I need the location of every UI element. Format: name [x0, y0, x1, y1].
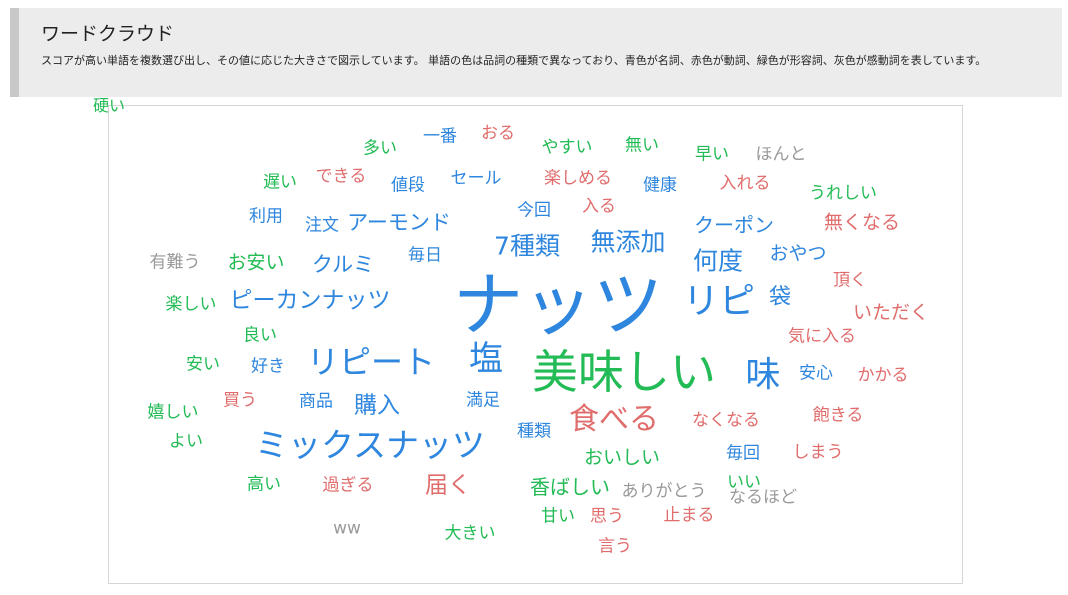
word-noun: ミックスナッツ	[254, 425, 486, 465]
word-noun: リピート	[306, 343, 436, 381]
word-noun: 今回	[517, 200, 551, 221]
word-noun: クーポン	[694, 213, 774, 237]
word-adjective: 硬い	[92, 96, 126, 115]
word-verb: 止まる	[663, 505, 715, 526]
word-verb: 気に入る	[788, 326, 856, 347]
word-adjective: 美味しい	[532, 345, 716, 399]
word-verb: 思う	[590, 506, 624, 527]
word-adjective: 多い	[363, 138, 397, 159]
word-verb: 届く	[425, 472, 471, 499]
word-noun: 注文	[305, 215, 339, 236]
word-noun: 塩	[469, 339, 503, 379]
word-verb: 無くなる	[823, 211, 901, 234]
word-noun: 毎日	[408, 245, 442, 266]
word-noun: アーモンド	[347, 210, 451, 235]
section-description: スコアが高い単語を複数選び出し、その値に応じた大きさで図示しています。 単語の色…	[41, 54, 987, 67]
word-noun: 安心	[799, 363, 833, 384]
word-noun: 無添加	[590, 227, 666, 257]
word-noun: 何度	[692, 246, 744, 276]
word-noun: 好き	[251, 356, 285, 377]
word-noun: ピーカンナッツ	[229, 287, 391, 314]
word-verb: 頂く	[833, 270, 867, 291]
word-adjective: やすい	[541, 137, 593, 158]
word-noun: 種類	[517, 421, 551, 442]
word-verb: いただく	[852, 301, 930, 324]
word-interjection: なるほど	[729, 487, 797, 508]
word-noun: おやつ	[769, 242, 827, 265]
word-noun: 7種類	[494, 231, 560, 261]
word-noun: 健康	[643, 175, 677, 196]
word-verb: おる	[481, 123, 515, 144]
word-interjection: ありがとう	[621, 481, 707, 502]
word-noun: 利用	[249, 206, 283, 227]
word-adjective: 嬉しい	[147, 402, 199, 423]
word-interjection: ほんと	[755, 144, 807, 165]
word-adjective: 香ばしい	[530, 475, 610, 499]
word-adjective: 安い	[186, 354, 220, 375]
word-verb: 過ぎる	[322, 475, 374, 496]
word-verb: 飽きる	[812, 405, 864, 426]
word-adjective: 大きい	[444, 523, 496, 544]
word-noun: 値段	[391, 175, 425, 196]
word-verb: 食べる	[569, 402, 659, 437]
word-noun: 一番	[423, 126, 457, 147]
word-verb: 言う	[598, 536, 632, 557]
word-adjective: 甘い	[541, 506, 575, 527]
word-noun: クルミ	[311, 252, 375, 277]
word-noun: 袋	[768, 285, 792, 310]
word-noun: リピ	[682, 281, 756, 322]
word-noun: 商品	[299, 391, 333, 412]
section-title: ワードクラウド	[41, 23, 175, 45]
word-cloud: 多い 一番 おるやすい 無い 早い ほんと遅い できる 値段 セール 楽しめる 健康 入れる うれしい利…	[93, 98, 963, 584]
word-verb: できる	[315, 166, 367, 187]
word-adjective: 高い	[247, 474, 281, 495]
word-adjective: うれしい	[809, 183, 877, 204]
word-verb: なくなる	[692, 410, 760, 431]
word-verb: しまう	[792, 442, 844, 463]
wordcloud-header: ワードクラウド スコアが高い単語を複数選び出し、その値に応じた大きさで図示してい…	[10, 8, 1062, 97]
word-adjective: よい	[169, 431, 203, 452]
word-verb: 買う	[223, 390, 257, 411]
word-adjective: 楽しい	[165, 294, 217, 315]
word-adjective: おいしい	[583, 446, 661, 469]
word-adjective: お安い	[227, 251, 285, 274]
word-adjective: 早い	[695, 144, 729, 165]
word-interjection: ww	[333, 518, 361, 539]
word-verb: かかる	[857, 365, 909, 386]
word-noun: 購入	[354, 392, 400, 419]
word-verb: 入れる	[719, 173, 771, 194]
word-verb: 楽しめる	[544, 168, 612, 189]
word-noun: セール	[450, 168, 502, 189]
word-noun: 満足	[466, 390, 500, 411]
word-verb: 入る	[582, 196, 616, 217]
word-adjective: 無い	[625, 135, 659, 156]
word-adjective: 良い	[243, 325, 277, 346]
word-noun: 味	[745, 355, 781, 396]
word-adjective: 遅い	[263, 172, 297, 193]
word-noun: ナッツ	[453, 264, 663, 346]
word-interjection: 有難う	[149, 252, 201, 273]
word-noun: 毎回	[726, 443, 760, 464]
